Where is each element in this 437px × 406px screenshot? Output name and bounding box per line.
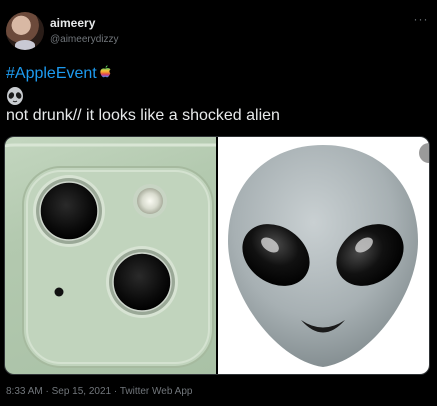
tweet-text: not drunk// it looks like a shocked alie… — [6, 107, 280, 124]
media-grid[interactable] — [4, 136, 430, 375]
alien-emoji-icon — [7, 87, 23, 105]
tweet-time[interactable]: 8:33 AM — [6, 386, 43, 397]
meta-separator-2: · — [111, 386, 120, 397]
iphone-camera-illustration — [5, 143, 216, 368]
alien-memoji-illustration — [228, 143, 429, 367]
tweet-source[interactable]: Twitter Web App — [120, 386, 193, 397]
apple-logo-icon — [100, 65, 111, 78]
tweet-date[interactable]: Sep 15, 2021 — [52, 386, 112, 397]
iphone-camera-photo[interactable] — [5, 137, 216, 374]
tweet-metadata: 8:33 AM · Sep 15, 2021 · Twitter Web App — [6, 386, 192, 397]
user-handle[interactable]: @aimeerydizzy — [50, 34, 119, 45]
hashtag-link[interactable]: #AppleEvent — [6, 65, 97, 82]
meta-separator: · — [42, 386, 52, 397]
avatar[interactable] — [6, 12, 44, 50]
more-horizontal-icon[interactable]: ··· — [411, 13, 431, 28]
tweet: aimeery @aimeerydizzy ··· #AppleEvent no… — [0, 0, 437, 406]
alien-memoji-photo[interactable] — [218, 137, 429, 374]
tweet-body: #AppleEvent not drunk// it looks like a … — [6, 64, 431, 126]
emoji-line — [6, 86, 431, 108]
hashtag-line: #AppleEvent — [6, 64, 431, 84]
display-name[interactable]: aimeery — [50, 16, 95, 30]
tweet-header: aimeery @aimeerydizzy ··· — [6, 10, 431, 56]
